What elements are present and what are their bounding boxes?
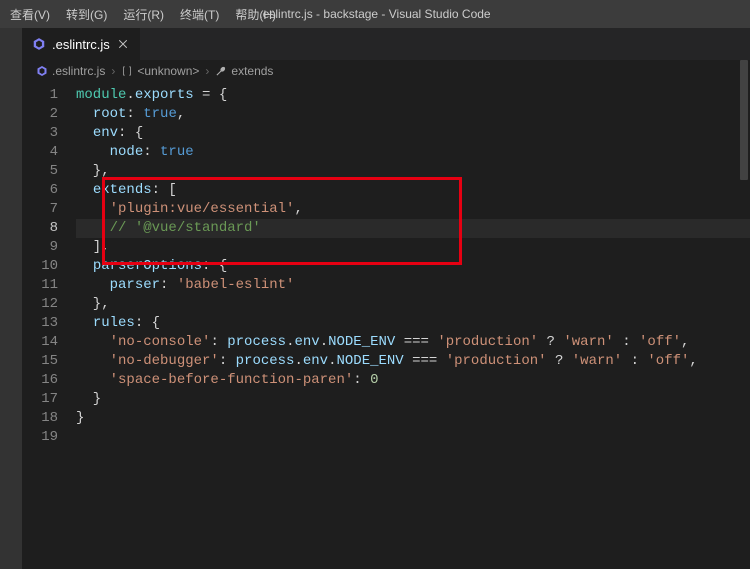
breadcrumb-extends[interactable]: extends [215,64,273,78]
eslint-icon [32,37,46,51]
code-line[interactable] [76,428,750,447]
tab-eslintrc[interactable]: .eslintrc.js [22,28,141,60]
code-line[interactable]: module.exports = { [76,86,750,105]
code-line[interactable]: parserOptions: { [76,257,750,276]
menu-item[interactable]: 转到(G) [58,0,115,28]
activity-bar[interactable] [0,28,22,569]
code-line[interactable]: } [76,390,750,409]
code-line[interactable]: extends: [ [76,181,750,200]
code-line[interactable]: parser: 'babel-eslint' [76,276,750,295]
code-line[interactable]: }, [76,162,750,181]
code-line[interactable]: // '@vue/standard' [76,219,750,238]
code-line[interactable]: env: { [76,124,750,143]
vertical-scrollbar[interactable] [738,60,750,569]
breadcrumb-unknown-label: <unknown> [137,64,199,78]
code-line[interactable]: } [76,409,750,428]
menu-item[interactable]: 查看(V) [2,0,58,28]
chevron-right-icon: › [111,64,115,78]
breadcrumbs[interactable]: .eslintrc.js › <unknown> › extends [22,60,750,82]
menu-item[interactable]: 终端(T) [172,0,227,28]
code-line[interactable]: node: true [76,143,750,162]
line-gutter: 12345678910111213141516171819 [22,86,76,569]
chevron-right-icon: › [205,64,209,78]
window-title: .eslintrc.js - backstage - Visual Studio… [259,7,490,21]
code-line[interactable]: 'space-before-function-paren': 0 [76,371,750,390]
tabs: .eslintrc.js [22,28,750,60]
scrollbar-thumb[interactable] [740,60,748,180]
code-line[interactable]: }, [76,295,750,314]
code-line[interactable]: 'no-console': process.env.NODE_ENV === '… [76,333,750,352]
menu-item[interactable]: 运行(R) [115,0,172,28]
code-line[interactable]: 'plugin:vue/essential', [76,200,750,219]
tab-label: .eslintrc.js [52,37,110,52]
menubar: 查看(V)转到(G)运行(R)终端(T)帮助(H) .eslintrc.js -… [0,0,750,28]
code-line[interactable]: rules: { [76,314,750,333]
code-area[interactable]: module.exports = { root: true, env: { no… [76,86,750,569]
breadcrumb-file-label: .eslintrc.js [52,64,105,78]
editor[interactable]: 12345678910111213141516171819 module.exp… [22,82,750,569]
close-icon[interactable] [116,37,130,51]
code-line[interactable]: ], [76,238,750,257]
breadcrumb-unknown[interactable]: <unknown> [121,64,199,78]
code-line[interactable]: 'no-debugger': process.env.NODE_ENV === … [76,352,750,371]
breadcrumb-file[interactable]: .eslintrc.js [36,64,105,78]
breadcrumb-extends-label: extends [231,64,273,78]
code-line[interactable]: root: true, [76,105,750,124]
